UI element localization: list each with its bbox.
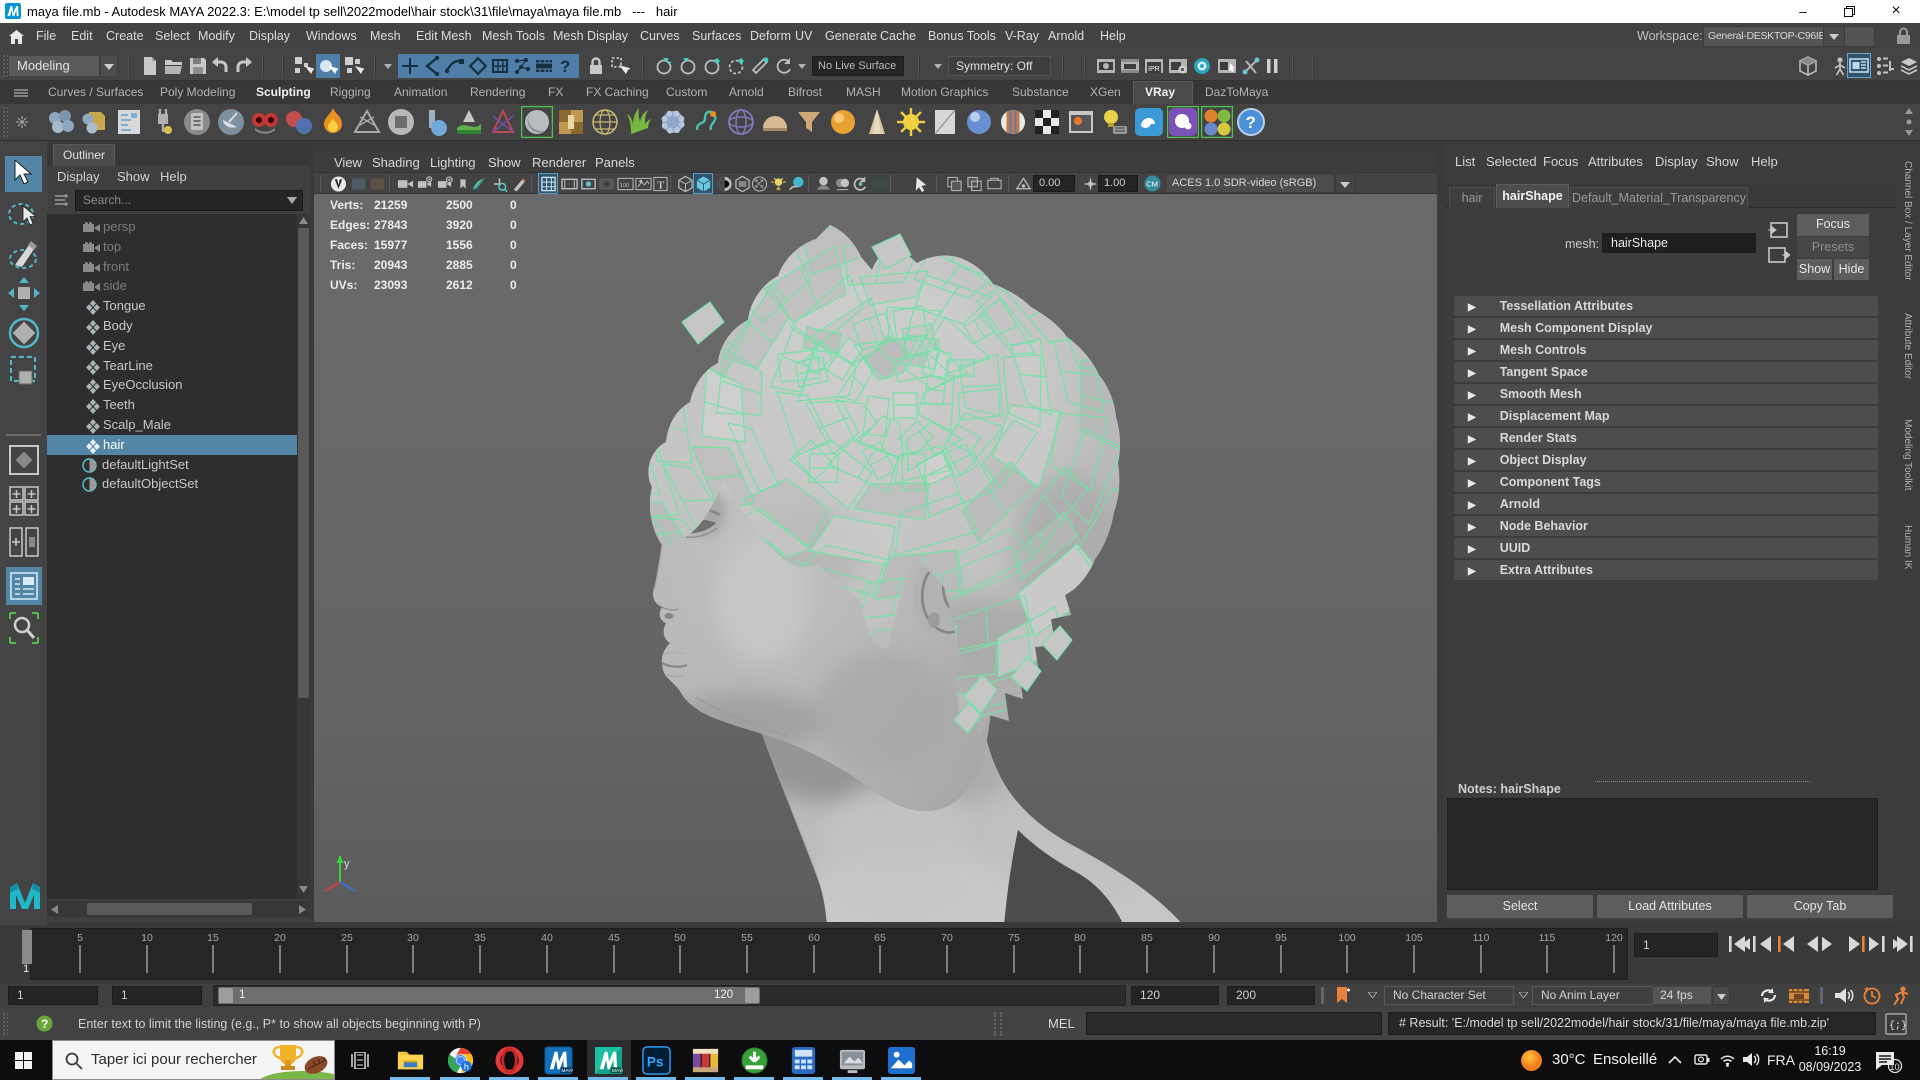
svg-text:y: y: [344, 858, 350, 870]
svg-text:?: ?: [1246, 113, 1256, 132]
svg-text:?: ?: [560, 57, 570, 76]
svg-text:h: h: [464, 1062, 469, 1072]
svg-text:Ps: Ps: [647, 1054, 664, 1069]
svg-text:IPR: IPR: [1148, 66, 1160, 73]
svg-text:CM: CM: [1146, 180, 1158, 189]
svg-text:MAYA: MAYA: [561, 1068, 573, 1074]
svg-text:100: 100: [620, 183, 629, 189]
svg-text:{;}: {;}: [1889, 1020, 1907, 1032]
svg-text:MAYA: MAYA: [612, 1068, 623, 1074]
svg-text:T: T: [657, 180, 664, 191]
svg-text:10: 10: [1890, 1062, 1900, 1072]
svg-text:?: ?: [41, 1017, 48, 1031]
